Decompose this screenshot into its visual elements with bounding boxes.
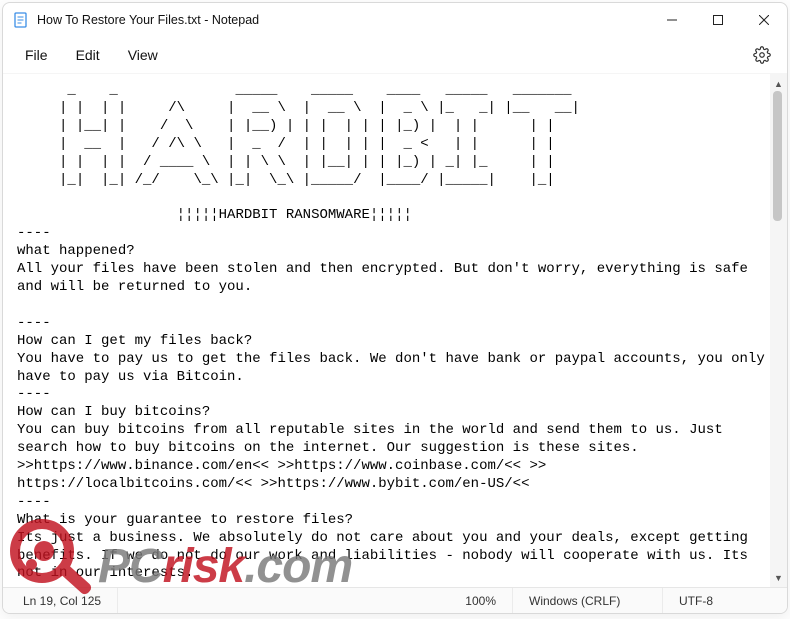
minimize-button[interactable]	[649, 3, 695, 37]
status-encoding: UTF-8	[663, 588, 783, 613]
close-button[interactable]	[741, 3, 787, 37]
text-editor[interactable]: _ _ _____ _____ ____ _____ _______ | | |…	[3, 74, 770, 587]
status-cursor: Ln 19, Col 125	[7, 588, 118, 613]
notepad-icon	[13, 12, 29, 28]
menu-edit[interactable]: Edit	[62, 41, 114, 69]
settings-button[interactable]	[745, 38, 779, 72]
statusbar: Ln 19, Col 125 100% Windows (CRLF) UTF-8	[3, 587, 787, 613]
menu-file[interactable]: File	[11, 41, 62, 69]
scroll-down-icon[interactable]: ▼	[771, 570, 786, 585]
scrollbar-thumb[interactable]	[773, 91, 782, 221]
document-text[interactable]: _ _ _____ _____ ____ _____ _______ | | |…	[17, 82, 766, 583]
editor-area: _ _ _____ _____ ____ _____ _______ | | |…	[3, 73, 787, 587]
maximize-button[interactable]	[695, 3, 741, 37]
vertical-scrollbar[interactable]: ▲ ▼	[770, 74, 787, 587]
window-title: How To Restore Your Files.txt - Notepad	[37, 13, 259, 27]
notepad-window: How To Restore Your Files.txt - Notepad …	[2, 2, 788, 614]
scrollbar-track[interactable]	[770, 91, 787, 570]
menubar: File Edit View	[3, 37, 787, 73]
status-eol: Windows (CRLF)	[513, 588, 663, 613]
scroll-up-icon[interactable]: ▲	[771, 76, 786, 91]
menu-view[interactable]: View	[114, 41, 172, 69]
titlebar[interactable]: How To Restore Your Files.txt - Notepad	[3, 3, 787, 37]
status-zoom[interactable]: 100%	[118, 588, 513, 613]
